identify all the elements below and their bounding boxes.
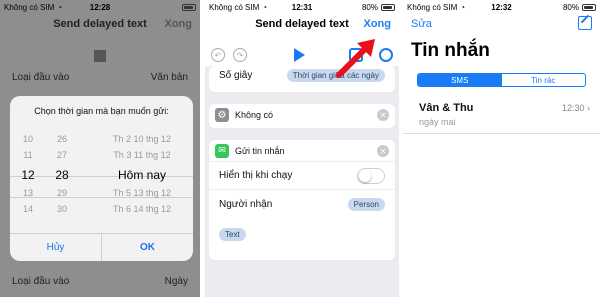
share-icon[interactable] — [349, 48, 363, 62]
screen-shortcut-editor: Không có SIM ◔ 12:31 80% Send delayed tex… — [205, 0, 399, 297]
close-icon[interactable]: ✕ — [377, 145, 389, 157]
input-type-label: Loại đầu vào — [12, 275, 70, 287]
screen-shortcut-picker: Không có SIM ◔ 12:28 Send delayed text Xo… — [0, 0, 200, 297]
compose-icon[interactable] — [578, 16, 592, 30]
play-icon[interactable] — [294, 48, 305, 62]
cancel-button[interactable]: Hủy — [10, 234, 101, 261]
chevron-right-icon: › — [587, 103, 590, 113]
input-type-row[interactable]: Loại đầu vào Văn bản — [0, 66, 200, 88]
seconds-card[interactable]: Số giây Thời gian giữa các ngày — [209, 66, 395, 92]
clock: 12:32 — [491, 2, 512, 12]
battery-percent: 80% — [562, 2, 579, 12]
wifi-icon: ◔ — [262, 2, 268, 12]
done-button[interactable]: Xong — [364, 18, 392, 30]
page-title: Tin nhắn — [411, 40, 490, 61]
wifi-icon: ◔ — [57, 2, 63, 12]
show-when-run-label: Hiển thị khi chạy — [219, 170, 293, 181]
picker-row[interactable]: 11 27 Th 3 11 thg 12 — [10, 150, 193, 162]
message-icon: ✉ — [215, 143, 229, 158]
tab-junk[interactable]: Tin rác — [502, 74, 586, 86]
battery-icon — [582, 3, 596, 11]
carrier-label: Không có SIM — [4, 2, 55, 12]
input-type-value: Ngày — [164, 275, 188, 287]
carrier-label: Không có SIM — [407, 2, 458, 12]
undo-icon[interactable]: ↶ — [211, 48, 225, 62]
close-icon[interactable]: ✕ — [377, 109, 389, 121]
input-type-label: Loại đầu vào — [12, 71, 70, 83]
tab-sms[interactable]: SMS — [418, 74, 502, 86]
battery-icon — [381, 3, 395, 11]
gear-icon: ⚙ — [215, 108, 229, 122]
status-bar: Không có SIM ◔ 12:32 80% — [403, 0, 600, 14]
text-pill[interactable]: Text — [219, 228, 246, 241]
status-bar: Không có SIM ◔ 12:28 — [0, 0, 200, 14]
none-label: Không có — [235, 110, 274, 120]
time-between-pill[interactable]: Thời gian giữa các ngày — [286, 68, 385, 82]
done-button[interactable]: Xong — [165, 18, 193, 30]
conversation-time: 12:30 › — [561, 103, 590, 113]
settings-toggle-icon[interactable] — [379, 48, 393, 62]
picker-row[interactable]: 14 30 Th 6 14 thg 12 — [10, 204, 193, 216]
recipient-pill[interactable]: Person — [347, 197, 385, 211]
message-filter-segment: SMS Tin rác — [417, 73, 586, 87]
send-message-label: Gửi tin nhắn — [235, 145, 285, 156]
clock: 12:31 — [291, 2, 313, 12]
date-time-picker[interactable]: 10 26 Th 2 10 thg 12 11 27 Th 3 11 thg 1… — [10, 128, 193, 228]
redo-icon[interactable]: ↷ — [233, 48, 247, 62]
input-type-value: Văn bản — [150, 71, 188, 83]
editor-toolbar: ↶ ↷ — [205, 44, 399, 66]
conversation-preview: ngày mai — [419, 117, 456, 127]
picker-row-selected[interactable]: 12 28 Hôm nay — [10, 168, 193, 184]
picker-row[interactable]: 13 29 Th 5 13 thg 12 — [10, 188, 193, 200]
picker-row[interactable]: 10 26 Th 2 10 thg 12 — [10, 134, 193, 146]
stop-icon[interactable] — [94, 50, 106, 62]
wifi-icon: ◔ — [460, 2, 466, 12]
dialog-message: Chọn thời gian mà bạn muốn gửi: — [34, 106, 169, 116]
carrier-label: Không có SIM — [209, 2, 260, 12]
show-when-run-toggle[interactable] — [357, 167, 385, 184]
clock: 12:28 — [89, 2, 111, 12]
battery-icon — [182, 3, 196, 11]
edit-button[interactable]: Sửa — [411, 18, 432, 30]
date-picker-dialog: Chọn thời gian mà bạn muốn gửi: 10 26 Th… — [10, 96, 193, 261]
status-bar: Không có SIM ◔ 12:31 80% — [205, 0, 399, 14]
battery-percent: 80% — [361, 2, 378, 12]
send-message-card[interactable]: ✉ Gửi tin nhắn ✕ Hiển thị khi chạy Người… — [209, 140, 395, 260]
input-type-row-date[interactable]: Loại đầu vào Ngày — [0, 270, 200, 292]
recipient-label: Người nhận — [219, 198, 273, 210]
ok-button[interactable]: OK — [101, 234, 193, 261]
none-card[interactable]: ⚙ Không có ✕ — [209, 104, 395, 128]
seconds-label: Số giây — [219, 69, 253, 81]
conversation-row[interactable]: Vân & Thu 12:30 › ngày mai — [403, 96, 600, 134]
screen-messages: Không có SIM ◔ 12:32 80% Sửa Tin nhắn SMS… — [403, 0, 600, 297]
